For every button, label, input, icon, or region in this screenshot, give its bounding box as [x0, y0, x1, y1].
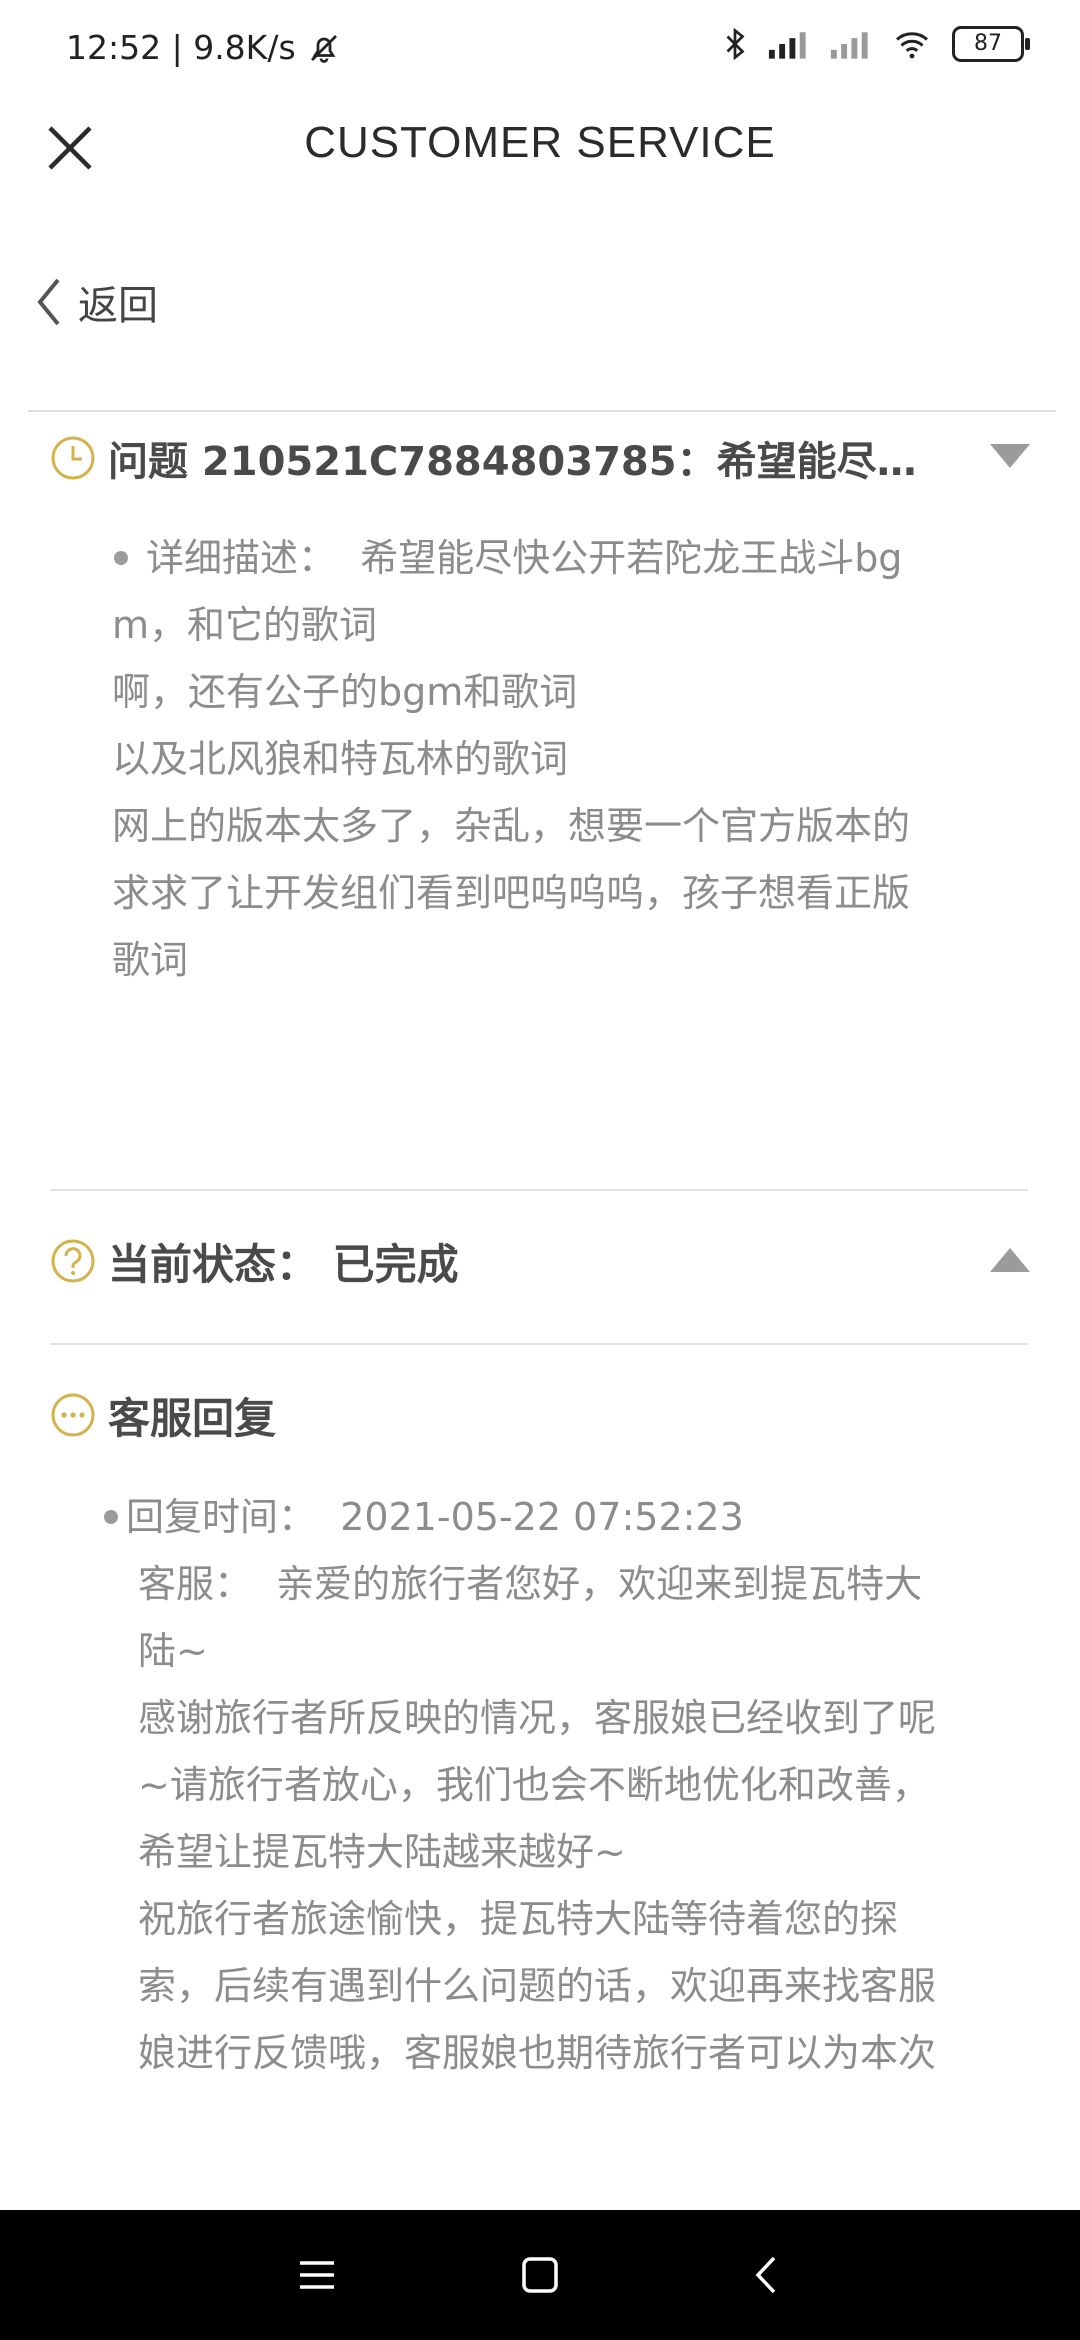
clock-icon — [51, 436, 95, 480]
divider — [50, 1189, 1028, 1191]
reply-line-9: 娘进行反馈哦，客服娘也期待旅行者可以为本次 — [138, 2031, 937, 2075]
reply-line-8: 索，后续有遇到什么问题的话，欢迎再来找客服 — [138, 1964, 937, 2008]
reply-line-5: 希望让提瓦特大陆越来越好~ — [138, 1830, 626, 1874]
question-title: 问题 210521C7884803785：希望能尽快公开若陀龙王战斗bgm，和它… — [108, 439, 948, 485]
reply-time: 回复时间： 2021-05-22 07:52:23 — [104, 1484, 1040, 1551]
mute-bell-icon — [310, 34, 337, 63]
reply-title: 客服回复 — [108, 1393, 277, 1443]
reply-time-value: 2021-05-22 07:52:23 — [340, 1495, 744, 1539]
bluetooth-icon — [726, 27, 745, 61]
status-time-speed: 12:52 | 9.8K/s — [66, 28, 296, 67]
divider — [50, 1343, 1028, 1345]
description-line-5: 网上的版本太多了，杂乱，想要一个官方版本的 — [112, 804, 911, 848]
back-label: 返回 — [78, 283, 158, 329]
signal-icon-2 — [830, 32, 868, 59]
question-description: 详细描述： 希望能尽快公开若陀龙王战斗bg m，和它的歌词 啊，还有公子的bgm… — [112, 525, 1012, 994]
reply-line-0: 客服： 亲爱的旅行者您好，欢迎来到提瓦特大 — [138, 1562, 923, 1606]
reply-line-3: 感谢旅行者所反映的情况，客服娘已经收到了呢 — [138, 1696, 937, 1740]
description-line-0: 详细描述： 希望能尽快公开若陀龙王战斗bg — [112, 525, 1012, 592]
status-text: 当前状态： 已完成 — [108, 1231, 459, 1292]
description-line-8: 歌词 — [112, 938, 189, 982]
menu-icon[interactable] — [292, 2250, 342, 2300]
reply-line-7: 祝旅行者旅途愉快，提瓦特大陆等待着您的探 — [138, 1897, 899, 1941]
status-right: 87 — [722, 26, 1030, 62]
chevron-left-icon — [37, 278, 60, 326]
home-icon[interactable] — [515, 2250, 565, 2300]
expand-toggle-icon[interactable] — [990, 1248, 1030, 1272]
status-row[interactable]: 当前状态： 已完成 — [50, 1226, 1040, 1296]
system-nav-bar — [0, 2210, 1080, 2340]
reply-time-label: 回复时间： — [126, 1495, 317, 1539]
app-header: CUSTOMER SERVICE — [0, 100, 1080, 200]
status-label: 当前状态： — [108, 1239, 319, 1289]
reply-body: 回复时间： 2021-05-22 07:52:23 客服： 亲爱的旅行者您好，欢… — [104, 1484, 1040, 2087]
more-dots-icon — [51, 1393, 95, 1437]
collapse-toggle-icon[interactable] — [990, 444, 1030, 468]
description-line-7: 求求了让开发组们看到吧呜呜呜，孩子想看正版 — [112, 871, 911, 915]
question-mark-icon — [51, 1239, 95, 1283]
reply-header: 客服回复 — [50, 1380, 276, 1450]
status-bar: 12:52 | 9.8K/s 87 — [0, 0, 1080, 100]
question-header[interactable]: 问题 210521C7884803785：希望能尽快公开若陀龙王战斗bgm，和它… — [50, 426, 1040, 490]
reply-line-4: ~请旅行者放心，我们也会不断地优化和改善， — [138, 1763, 930, 1807]
status-left: 12:52 | 9.8K/s — [66, 28, 342, 67]
back-button[interactable]: 返回 — [34, 272, 158, 332]
signal-icon-1 — [768, 32, 806, 59]
page-title: CUSTOMER SERVICE — [304, 118, 776, 167]
description-line-3: 以及北风狼和特瓦林的歌词 — [112, 737, 569, 781]
battery-indicator: 87 — [952, 26, 1030, 62]
description-line-2: 啊，还有公子的bgm和歌词 — [112, 670, 578, 714]
description-label: 详细描述： — [146, 536, 337, 580]
bullet-icon — [114, 550, 128, 565]
bullet-icon — [104, 1509, 118, 1524]
divider — [28, 410, 1056, 412]
reply-line-1: 陆~ — [138, 1629, 208, 1673]
wifi-icon — [896, 32, 928, 59]
status-value: 已完成 — [332, 1239, 459, 1289]
description-line-1: m，和它的歌词 — [112, 603, 378, 647]
back-icon[interactable] — [742, 2250, 792, 2300]
